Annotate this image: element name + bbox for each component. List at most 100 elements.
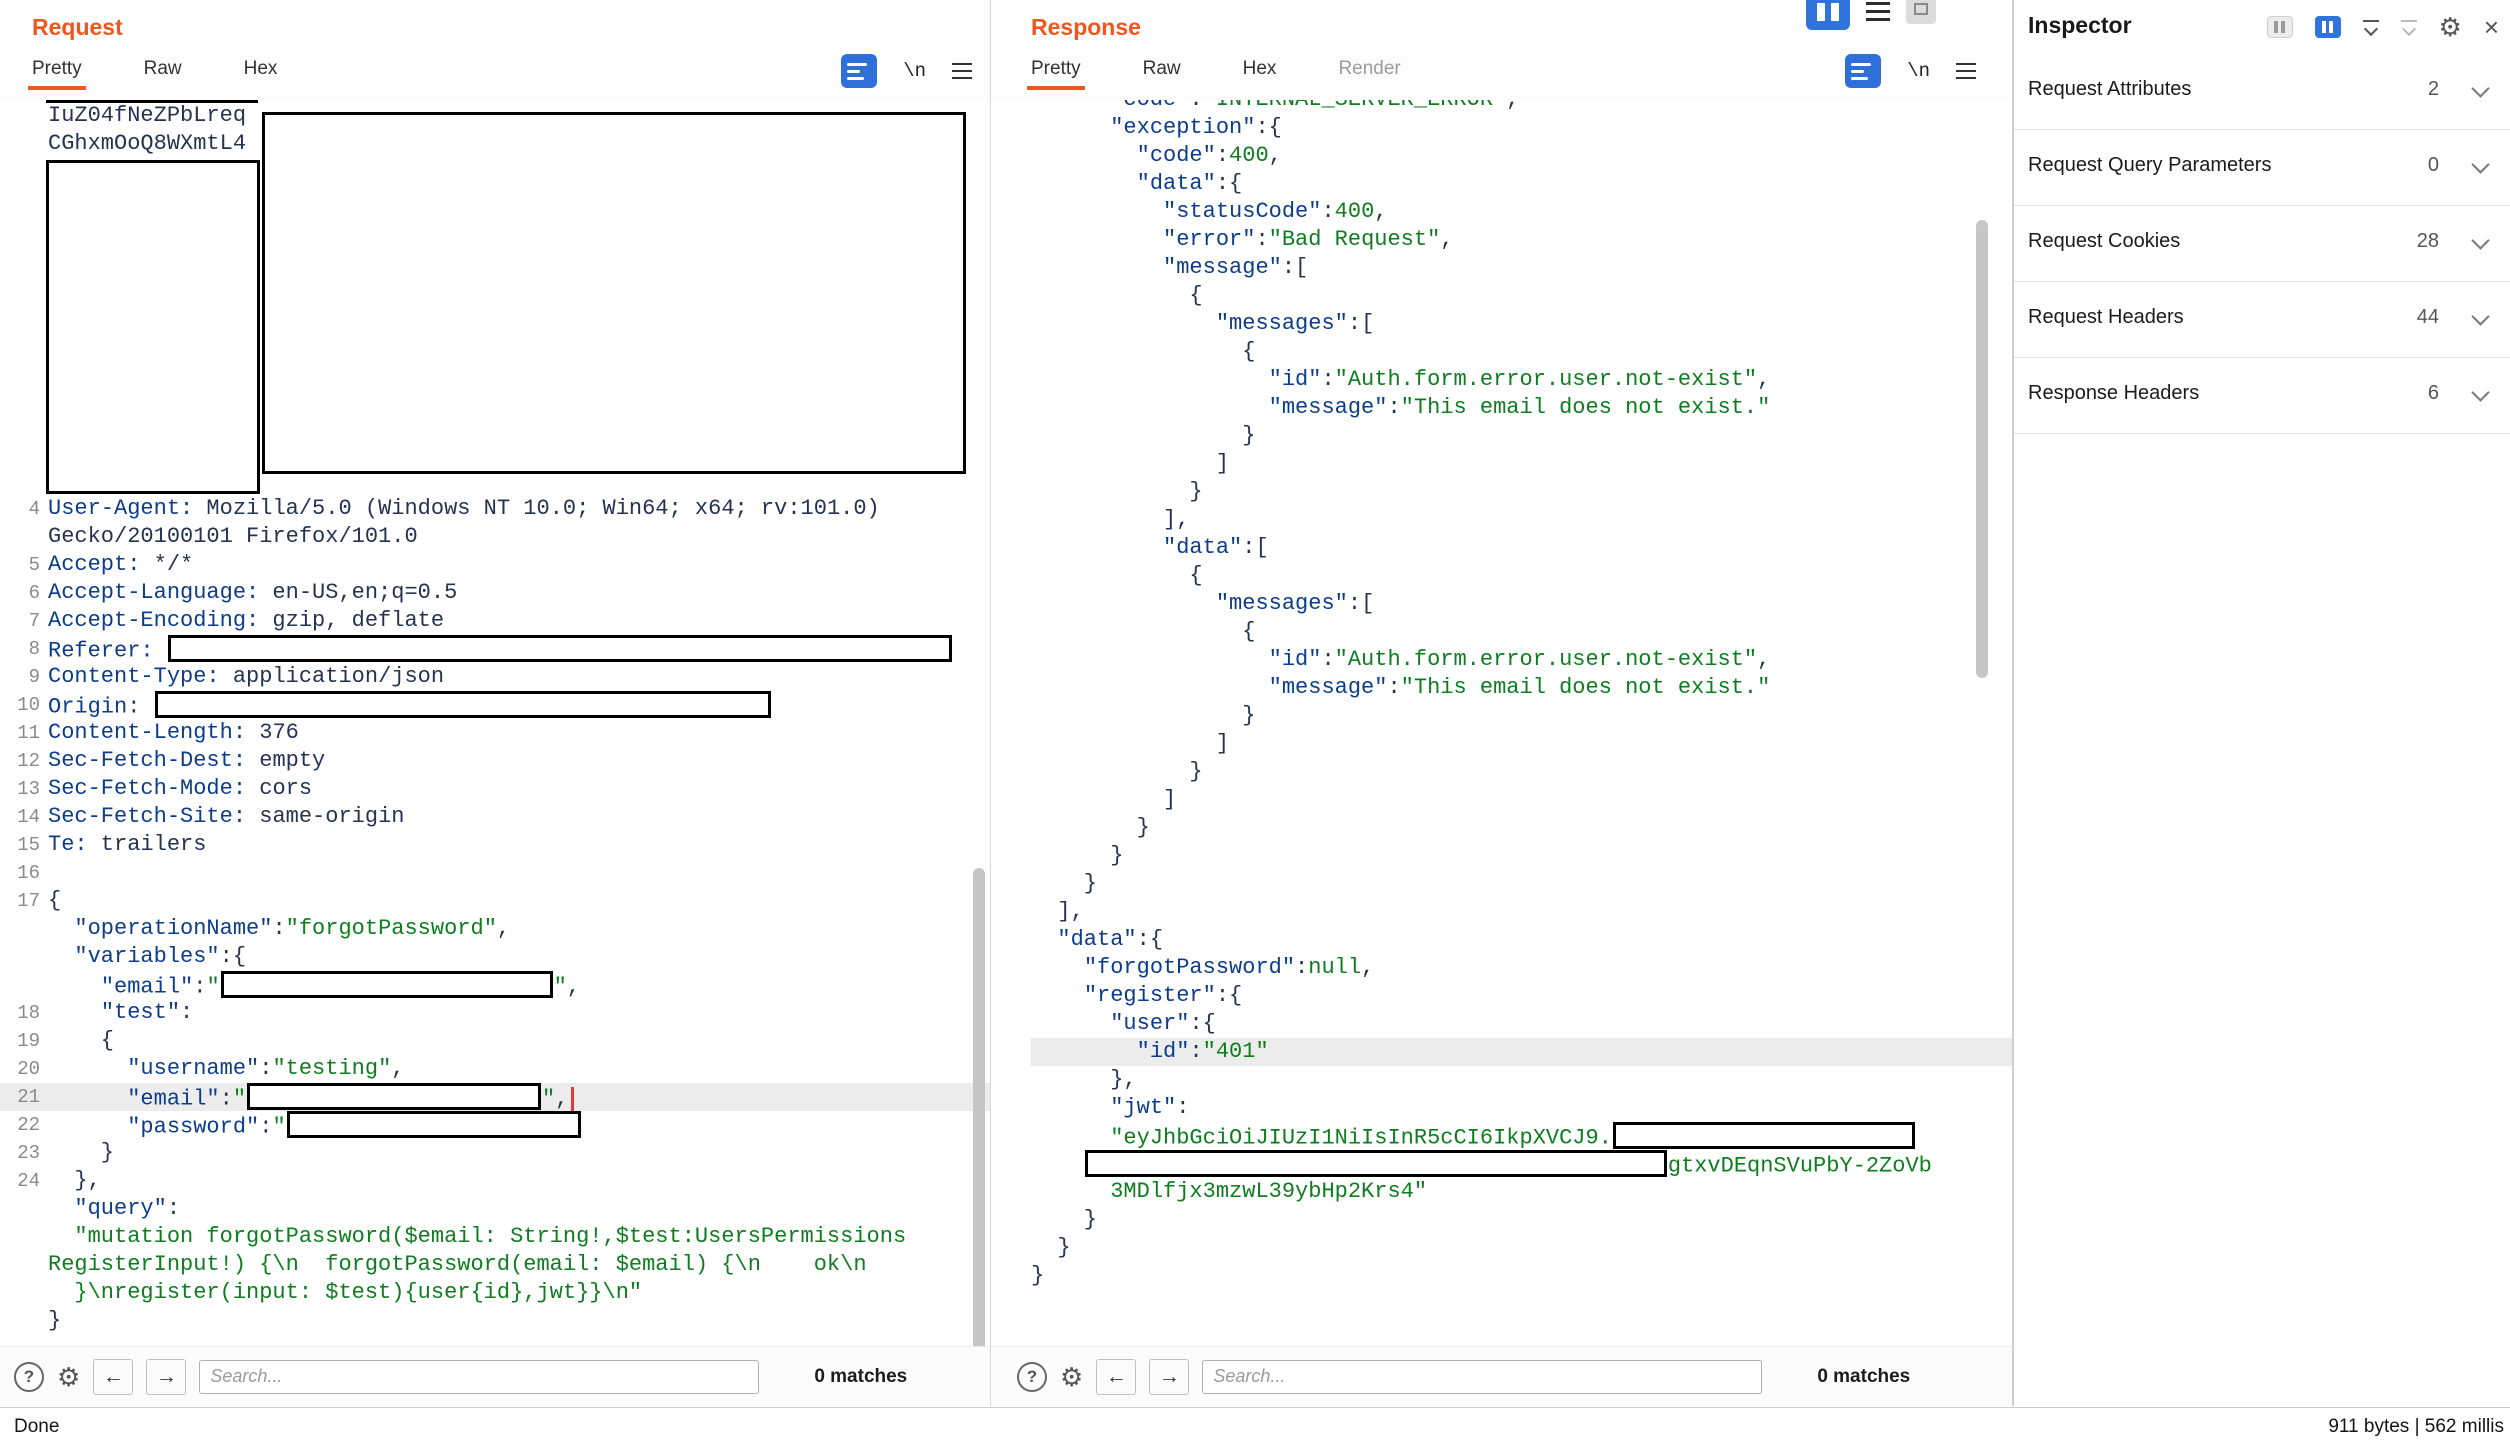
line-number: 10 [0, 691, 48, 719]
line-number: 18 [0, 999, 48, 1027]
request-match-count: 0 matches [814, 1366, 907, 1388]
line-number: 22 [0, 1111, 48, 1139]
chevron-down-icon [2471, 307, 2489, 325]
code-row: } [1031, 478, 2012, 506]
tab-raw[interactable]: Raw [144, 58, 182, 90]
layout-pane-icon[interactable] [2267, 16, 2293, 38]
request-tabs: Pretty Raw Hex [32, 58, 277, 90]
columns-layout-icon[interactable] [1806, 0, 1850, 30]
next-match-button[interactable]: → [146, 1359, 186, 1395]
chevron-down-icon [2471, 383, 2489, 401]
code-row: 9Content-Type: application/json [0, 663, 990, 691]
code-row: 22 "password":" [0, 1111, 990, 1139]
request-redacted-region: IuZ04fNeZPbLreq CGhxmOoQ8WXmtL4 [0, 100, 990, 495]
redaction-box [1613, 1122, 1915, 1149]
menu-icon[interactable] [952, 63, 972, 79]
code-row: } [1031, 814, 2012, 842]
code-row: "register":{ [1031, 982, 2012, 1010]
code-row: 3MDlfjx3mzwL39ybHp2Krs4" [1031, 1178, 2012, 1206]
line-number: 13 [0, 775, 48, 803]
tab-pretty[interactable]: Pretty [1031, 58, 1081, 90]
section-label: Response Headers [2028, 382, 2199, 405]
line-number: 15 [0, 831, 48, 859]
code-row: 20 "username":"testing", [0, 1055, 990, 1083]
section-label: Request Query Parameters [2028, 154, 2271, 177]
code-row: 19 { [0, 1027, 990, 1055]
gear-icon[interactable]: ⚙ [57, 1364, 80, 1390]
gear-icon[interactable]: ⚙ [2439, 14, 2462, 40]
code-row: 7Accept-Encoding: gzip, deflate [0, 607, 990, 635]
layout-pane-active-icon[interactable] [2315, 16, 2341, 38]
line-number: 4 [0, 495, 48, 523]
section-request-cookies[interactable]: Request Cookies 28 [2014, 206, 2510, 282]
response-search-input[interactable] [1202, 1360, 1762, 1394]
status-bar: Done 911 bytes | 562 millis [0, 1407, 2510, 1446]
single-pane-layout-icon[interactable] [1906, 0, 1936, 24]
line-number [0, 1307, 48, 1335]
prev-match-button[interactable]: ← [93, 1359, 133, 1395]
collapse-all-icon[interactable] [2363, 20, 2379, 34]
line-number: 7 [0, 607, 48, 635]
response-scrollbar[interactable] [1976, 220, 1988, 678]
close-icon[interactable]: × [2484, 14, 2499, 40]
section-label: Request Cookies [2028, 230, 2180, 253]
tab-hex[interactable]: Hex [244, 58, 278, 90]
status-text: Done [14, 1416, 59, 1438]
beautify-icon[interactable] [841, 54, 877, 88]
section-request-headers[interactable]: Request Headers 44 [2014, 282, 2510, 358]
response-code: "code":"INTERNAL_SERVER_ERROR", "excepti… [991, 100, 2012, 1290]
line-number: 12 [0, 747, 48, 775]
inspector-panel: Inspector ⚙ × Request Attributes 2 Reque… [2013, 0, 2510, 1406]
code-row: ], [1031, 898, 2012, 926]
code-row: } [1031, 870, 2012, 898]
response-viewer[interactable]: "code":"INTERNAL_SERVER_ERROR", "excepti… [991, 100, 2012, 1346]
redaction-box [287, 1111, 581, 1138]
code-row: "variables":{ [0, 943, 990, 971]
tab-render[interactable]: Render [1338, 58, 1400, 90]
help-icon[interactable]: ? [14, 1362, 44, 1392]
code-row: { [1031, 282, 2012, 310]
tab-raw[interactable]: Raw [1143, 58, 1181, 90]
code-row: 23 } [0, 1139, 990, 1167]
code-row: "code":400, [1031, 142, 2012, 170]
section-count: 28 [2417, 230, 2439, 253]
redaction-box [155, 691, 771, 718]
section-request-attributes[interactable]: Request Attributes 2 [2014, 54, 2510, 130]
code-row: ] [1031, 786, 2012, 814]
tab-hex[interactable]: Hex [1243, 58, 1277, 90]
code-row: ], [1031, 506, 2012, 534]
help-icon[interactable]: ? [1017, 1362, 1047, 1392]
redaction-box [168, 635, 952, 662]
menu-icon[interactable] [1956, 63, 1976, 79]
request-scrollbar[interactable] [973, 868, 985, 1346]
line-number [0, 971, 48, 999]
line-number: 24 [0, 1167, 48, 1195]
line-number: 11 [0, 719, 48, 747]
expand-all-icon[interactable] [2401, 20, 2417, 34]
newline-toggle-icon[interactable]: \n [903, 60, 926, 82]
line-number: 16 [0, 859, 48, 887]
request-search-input[interactable] [199, 1360, 759, 1394]
request-panel-header: Request Pretty Raw Hex \n [0, 0, 990, 100]
gear-icon[interactable]: ⚙ [1060, 1364, 1083, 1390]
section-request-query-parameters[interactable]: Request Query Parameters 0 [2014, 130, 2510, 206]
newline-toggle-icon[interactable]: \n [1907, 60, 1930, 82]
section-response-headers[interactable]: Response Headers 6 [2014, 358, 2510, 434]
code-row: ] [1031, 730, 2012, 758]
code-row: "messages":[ [1031, 310, 2012, 338]
line-number: 20 [0, 1055, 48, 1083]
code-row: 10Origin: [0, 691, 990, 719]
next-match-button[interactable]: → [1149, 1359, 1189, 1395]
line-number [0, 1223, 48, 1251]
code-row: "id":"Auth.form.error.user.not-exist", [1031, 646, 2012, 674]
response-tabs: Pretty Raw Hex Render [1031, 58, 1401, 90]
code-row: "message":[ [1031, 254, 2012, 282]
code-row: 12Sec-Fetch-Dest: empty [0, 747, 990, 775]
line-number [0, 1279, 48, 1307]
request-editor[interactable]: IuZ04fNeZPbLreq CGhxmOoQ8WXmtL4 4User-Ag… [0, 100, 990, 1346]
rows-layout-icon[interactable] [1866, 0, 1890, 21]
prev-match-button[interactable]: ← [1096, 1359, 1136, 1395]
beautify-icon[interactable] [1845, 54, 1881, 88]
tab-pretty[interactable]: Pretty [32, 58, 82, 90]
code-row: 15Te: trailers [0, 831, 990, 859]
